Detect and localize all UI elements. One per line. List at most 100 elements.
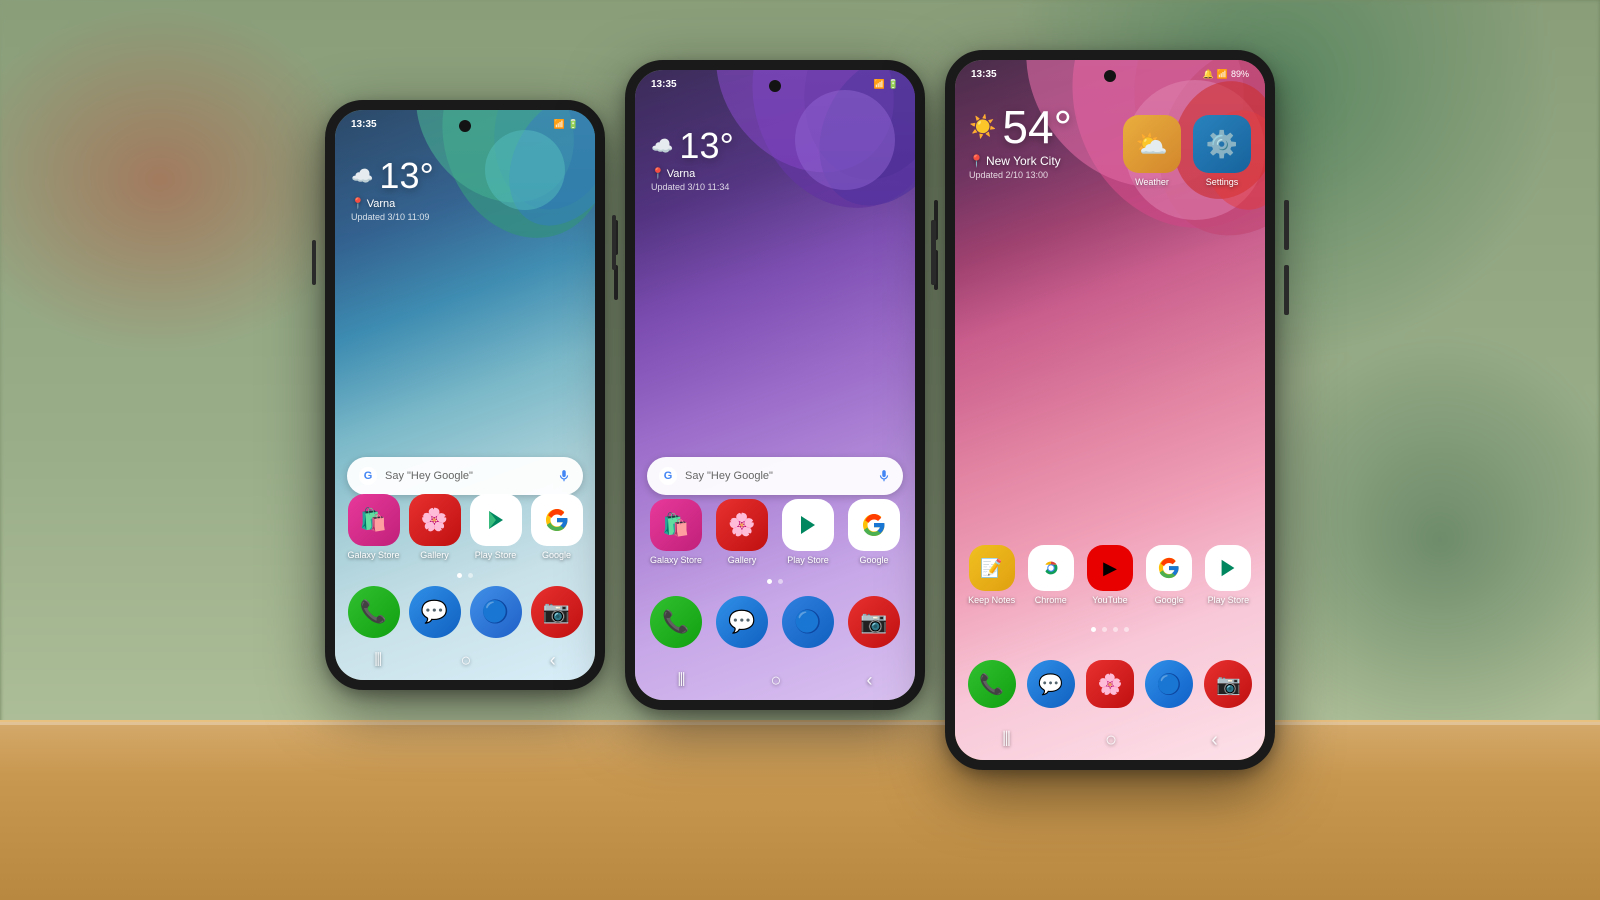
- phone1-google-label: Google: [542, 550, 571, 560]
- phone1-search[interactable]: G Say "Hey Google": [347, 457, 583, 495]
- phone1-dock-messages[interactable]: 💬: [408, 586, 461, 638]
- phone3-app-weather[interactable]: ⛅ Weather: [1123, 115, 1181, 187]
- phone3-dock-camera[interactable]: 📷: [1202, 660, 1255, 708]
- phone3-app-keep[interactable]: 📝 Keep Notes: [965, 545, 1018, 605]
- phone-3: 13:35 🔔 📶 89% ☀️ 54°: [945, 50, 1275, 770]
- phone2-google-icon: [848, 499, 900, 551]
- phone2-dock-phone[interactable]: 📞: [647, 596, 705, 648]
- phone2-play-store-label: Play Store: [787, 555, 829, 565]
- phone3-youtube-icon: ▶: [1087, 545, 1133, 591]
- phone1-google-icon: [531, 494, 583, 546]
- phone3-nav-home[interactable]: ○: [1105, 729, 1117, 752]
- phone2-nav-recents[interactable]: ⦀: [678, 670, 686, 691]
- phone3-weather: ☀️ 54° 📍 New York City Updated 2/10 13:0…: [969, 100, 1072, 180]
- phone2-gallery-icon: 🌸: [716, 499, 768, 551]
- phone1-galaxy-store-icon: 🛍️: [348, 494, 400, 546]
- phone3-settings-icon: ⚙️: [1193, 115, 1251, 173]
- phone2-phone-icon: 📞: [650, 596, 702, 648]
- phone1-messages-icon: 💬: [409, 586, 461, 638]
- phone1-app-gallery[interactable]: 🌸 Gallery: [408, 494, 461, 560]
- phone3-messages-dock-icon: 💬: [1027, 660, 1075, 708]
- phone1-camera: [459, 120, 471, 132]
- phone3-nav-recents[interactable]: ⦀: [1002, 729, 1011, 752]
- phone2-gallery-label: Gallery: [728, 555, 757, 565]
- phone3-nav-bar: ⦀ ○ ‹: [955, 720, 1265, 760]
- phone3-google-icon: [1146, 545, 1192, 591]
- phone3-dock-gallery[interactable]: 🌸: [1083, 660, 1136, 708]
- phone2-app-galaxy-store[interactable]: 🛍️ Galaxy Store: [647, 499, 705, 565]
- phone1-dock-samsung-pass[interactable]: 🔵: [469, 586, 522, 638]
- phone3-dock: 📞 💬 🌸 🔵 📷: [955, 660, 1265, 708]
- phone2-weather: ☁️ 13° 📍 Varna Updated 3/10 11:34: [651, 125, 734, 192]
- phone2-location: 📍 Varna: [651, 167, 734, 180]
- phone1-galaxy-store-label: Galaxy Store: [347, 550, 399, 560]
- phones-container: 13:35 📶 🔋 ☁️ 13°: [325, 50, 1275, 770]
- phone3-dock-messages[interactable]: 💬: [1024, 660, 1077, 708]
- phone3-app-google[interactable]: Google: [1143, 545, 1196, 605]
- phone1-nav-recents[interactable]: ⦀: [374, 650, 382, 671]
- phone2-dock-messages[interactable]: 💬: [713, 596, 771, 648]
- phone2-dot-1: [767, 579, 772, 584]
- phone1-google-g: G: [359, 467, 377, 485]
- phone1-dot-2: [468, 573, 473, 578]
- phone2-updated: Updated 3/10 11:34: [651, 182, 734, 192]
- phone3-nav-back[interactable]: ‹: [1211, 729, 1218, 752]
- phone2-search[interactable]: G Say "Hey Google": [647, 457, 903, 495]
- phone1-play-store-icon: [470, 494, 522, 546]
- phone3-play-store-icon: [1205, 545, 1251, 591]
- phone1-mic-icon: [557, 469, 571, 483]
- phone3-updated: Updated 2/10 13:00: [969, 170, 1072, 180]
- phone2-play-store-icon: [782, 499, 834, 551]
- phone1-samsung-pass-icon: 🔵: [470, 586, 522, 638]
- phone1-app-galaxy-store[interactable]: 🛍️ Galaxy Store: [347, 494, 400, 560]
- phone1-weather: ☁️ 13° 📍 Varna Updated 3/10 11:09: [351, 155, 434, 222]
- phone3-youtube-label: YouTube: [1092, 595, 1127, 605]
- phone2-search-text: Say "Hey Google": [685, 470, 869, 482]
- phone2-galaxy-store-icon: 🛍️: [650, 499, 702, 551]
- phone2-samsung-pass-icon: 🔵: [782, 596, 834, 648]
- phone2-app-grid: 🛍️ Galaxy Store 🌸 Gallery Play Store: [635, 499, 915, 565]
- phone1-nav-bar: ⦀ ○ ‹: [335, 640, 595, 680]
- phone1-status-icons: 📶 🔋: [554, 119, 579, 130]
- phone1-app-google[interactable]: Google: [530, 494, 583, 560]
- phone3-app-settings[interactable]: ⚙️ Settings: [1193, 115, 1251, 187]
- phone1-camera-icon: 📷: [531, 586, 583, 638]
- phone2-camera: [769, 80, 781, 92]
- phone2-nav-back[interactable]: ‹: [866, 670, 872, 691]
- phone1-dock-phone[interactable]: 📞: [347, 586, 400, 638]
- phone1-dock: 📞 💬 🔵 📷: [335, 586, 595, 638]
- phone1-nav-back[interactable]: ‹: [550, 650, 556, 671]
- phone2-power: [612, 215, 616, 270]
- phone3-app-youtube[interactable]: ▶ YouTube: [1083, 545, 1136, 605]
- phone3-gallery-dock-icon: 🌸: [1086, 660, 1134, 708]
- phone2-dock-samsung-pass[interactable]: 🔵: [779, 596, 837, 648]
- phone3-power: [931, 220, 936, 285]
- phone2-time: 13:35: [651, 79, 677, 90]
- phone2-screen: 13:35 📶 🔋 ☁️ 13°: [635, 70, 915, 700]
- phone2-app-play-store[interactable]: Play Store: [779, 499, 837, 565]
- phone1-gallery-label: Gallery: [420, 550, 449, 560]
- phone3-app-chrome[interactable]: Chrome: [1024, 545, 1077, 605]
- phone1-dot-1: [457, 573, 462, 578]
- phone2-nav-home[interactable]: ○: [771, 670, 782, 691]
- phone2-dock-camera[interactable]: 📷: [845, 596, 903, 648]
- phone3-chrome-label: Chrome: [1035, 595, 1067, 605]
- phone3-battery: 89%: [1231, 69, 1249, 79]
- phone3-dock-phone[interactable]: 📞: [965, 660, 1018, 708]
- phone3-app-play-store[interactable]: Play Store: [1202, 545, 1255, 605]
- phone3-app-row: 📝 Keep Notes Chrome ▶ YouTube: [955, 545, 1265, 605]
- phone3-dock-samsung-pass[interactable]: 🔵: [1143, 660, 1196, 708]
- phone1-nav-home[interactable]: ○: [461, 650, 472, 671]
- phone3-keep-label: Keep Notes: [968, 595, 1015, 605]
- phone2-app-google[interactable]: Google: [845, 499, 903, 565]
- phone2-google-label: Google: [859, 555, 888, 565]
- phone3-camera: [1104, 70, 1116, 82]
- phone-1: 13:35 📶 🔋 ☁️ 13°: [325, 100, 605, 690]
- phone3-vol-up: [1284, 200, 1289, 250]
- phone2-camera-icon: 📷: [848, 596, 900, 648]
- phone1-dock-camera[interactable]: 📷: [530, 586, 583, 638]
- phone1-screen: 13:35 📶 🔋 ☁️ 13°: [335, 110, 595, 680]
- phone1-app-play-store[interactable]: Play Store: [469, 494, 522, 560]
- phone3-google-label: Google: [1155, 595, 1184, 605]
- phone2-app-gallery[interactable]: 🌸 Gallery: [713, 499, 771, 565]
